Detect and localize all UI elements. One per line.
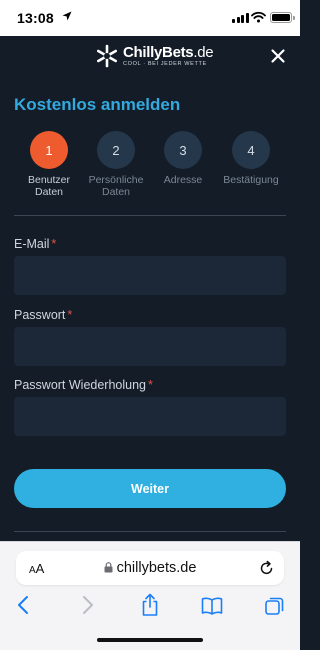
- step-label: Benutzer: [27, 174, 71, 186]
- back-chevron-icon[interactable]: [17, 595, 29, 615]
- forward-chevron-icon[interactable]: [82, 595, 94, 615]
- required-mark: *: [67, 308, 73, 322]
- continue-button[interactable]: Weiter: [14, 469, 286, 508]
- step-user-data: 1 Benutzer Daten: [14, 131, 84, 198]
- step-label: Adresse: [163, 174, 203, 186]
- password-input[interactable]: [14, 327, 286, 366]
- lock-icon: [104, 562, 113, 573]
- location-arrow-icon: [62, 11, 72, 21]
- browser-bottom-bar: AA chillybets.de: [0, 541, 300, 650]
- email-input[interactable]: [14, 256, 286, 295]
- brand-tagline: COOL · BEI JEDER WETTE: [123, 60, 207, 67]
- step-label: Daten: [101, 186, 131, 198]
- cellular-signal-icon: [232, 13, 249, 23]
- home-indicator[interactable]: [97, 638, 203, 642]
- password-label: Passwort *: [14, 308, 73, 322]
- divider: [14, 215, 286, 216]
- battery-icon: [270, 12, 295, 23]
- password-repeat-label: Passwort Wiederholung *: [14, 378, 153, 392]
- step-confirmation: 4 Bestätigung: [216, 131, 286, 186]
- brand-name: ChillyBets: [123, 43, 194, 61]
- reload-icon[interactable]: [259, 560, 274, 576]
- step-personal-data: 2 Persönliche Daten: [81, 131, 151, 198]
- close-icon[interactable]: [270, 48, 286, 64]
- url-display[interactable]: chillybets.de: [16, 560, 284, 576]
- step-number: 1: [30, 131, 68, 169]
- step-number: 3: [164, 131, 202, 169]
- step-number: 2: [97, 131, 135, 169]
- required-mark: *: [148, 378, 153, 392]
- step-address: 3 Adresse: [148, 131, 218, 186]
- step-label: Daten: [34, 186, 64, 198]
- password-repeat-input[interactable]: [14, 397, 286, 436]
- url-text: chillybets.de: [116, 560, 197, 576]
- wifi-icon: [251, 11, 266, 23]
- divider: [14, 531, 286, 532]
- step-label: Bestätigung: [223, 174, 279, 186]
- registration-stepper: 1 Benutzer Daten 2 Persönliche Daten 3 Adr…: [0, 131, 300, 201]
- address-bar[interactable]: AA chillybets.de: [16, 551, 284, 585]
- share-icon[interactable]: [141, 593, 159, 617]
- step-label: Persönliche: [88, 174, 144, 186]
- status-bar: 13:08: [0, 0, 300, 36]
- snowflake-logo-icon: [96, 44, 118, 68]
- browser-toolbar: [0, 593, 300, 623]
- chillybets-logo[interactable]: ChillyBets.de COOL · BEI JEDER WETTE: [95, 43, 214, 68]
- status-time: 13:08: [17, 10, 54, 26]
- app-header: ChillyBets.de COOL · BEI JEDER WETTE: [0, 36, 300, 80]
- page-title: Kostenlos anmelden: [14, 95, 181, 114]
- step-number: 4: [232, 131, 270, 169]
- brand-tld: .de: [193, 43, 214, 61]
- tabs-icon[interactable]: [265, 596, 285, 616]
- email-label: E-Mail *: [14, 237, 57, 251]
- bookmarks-icon[interactable]: [201, 597, 223, 615]
- required-mark: *: [51, 237, 57, 251]
